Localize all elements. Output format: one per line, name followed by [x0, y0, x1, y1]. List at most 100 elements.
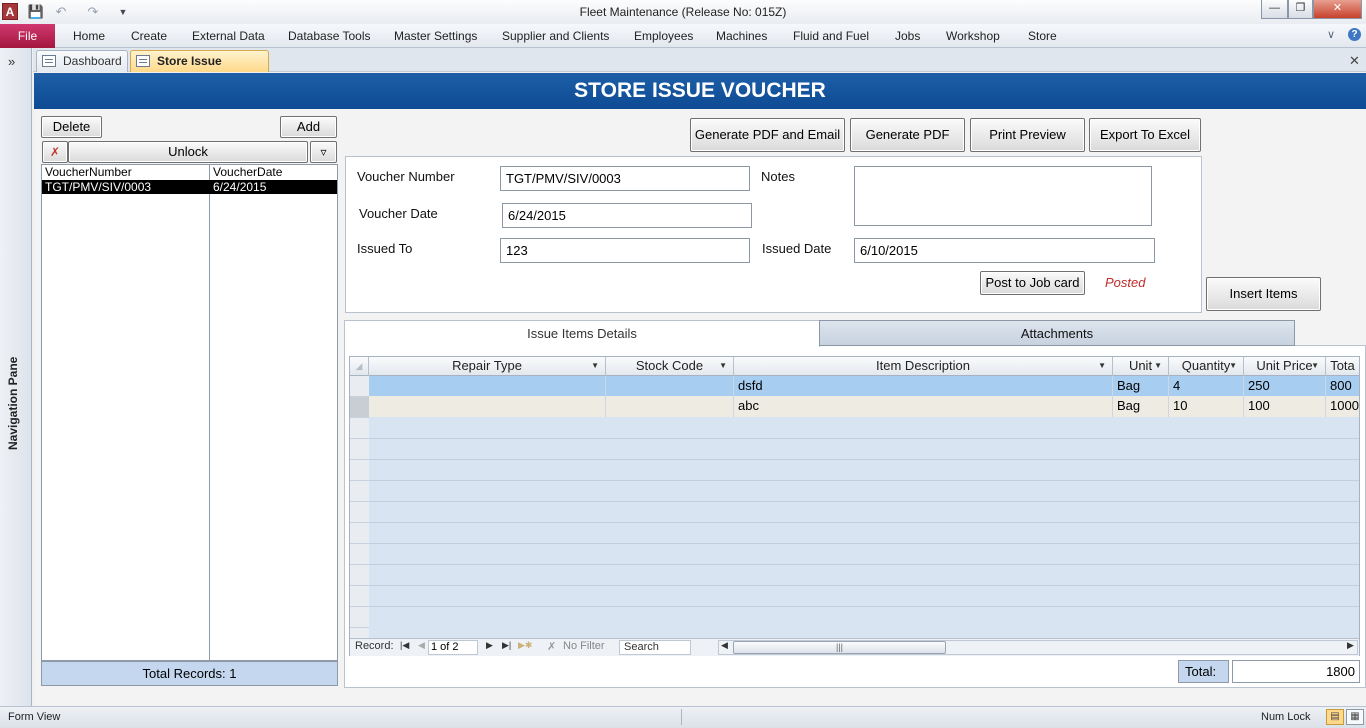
record-selector[interactable] — [350, 397, 369, 418]
column-dropdown-icon[interactable]: ▼ — [719, 357, 727, 375]
cell-total[interactable]: 1000 — [1326, 396, 1359, 417]
current-record-field[interactable]: 1 of 2 — [428, 640, 478, 655]
voucher-list[interactable] — [41, 164, 338, 661]
filter-status-button[interactable]: No Filter — [563, 640, 605, 652]
ribbon-tab-fluid-fuel[interactable]: Fluid and Fuel — [793, 29, 869, 43]
ribbon-tab-supplier-clients[interactable]: Supplier and Clients — [502, 29, 609, 43]
record-selector[interactable] — [350, 481, 369, 502]
layout-view-icon[interactable]: ▦ — [1346, 709, 1364, 725]
ribbon-tab-home[interactable]: Home — [73, 29, 105, 43]
ribbon-tab-machines[interactable]: Machines — [716, 29, 767, 43]
new-record-icon[interactable]: ▶✱ — [518, 640, 532, 651]
export-excel-button[interactable]: Export To Excel — [1089, 118, 1201, 152]
filter-icon[interactable]: ▿ — [310, 141, 337, 163]
record-selector[interactable] — [350, 544, 369, 565]
scroll-right-icon[interactable]: ▶ — [1347, 640, 1354, 651]
cell-unit[interactable]: Bag — [1113, 376, 1169, 397]
record-selector[interactable] — [350, 523, 369, 544]
help-icon[interactable]: ? — [1348, 28, 1361, 41]
tab-issue-items-details[interactable]: Issue Items Details — [344, 320, 820, 347]
column-header-quantity[interactable]: Quantity ▼ — [1169, 357, 1244, 376]
list-header-voucher-number[interactable]: VoucherNumber — [45, 165, 132, 179]
column-header-item-description[interactable]: Item Description ▼ — [734, 357, 1113, 376]
notes-field[interactable] — [854, 166, 1152, 226]
ribbon-tab-employees[interactable]: Employees — [634, 29, 693, 43]
ribbon-tab-database-tools[interactable]: Database Tools — [288, 29, 371, 43]
tab-dashboard[interactable]: Dashboard — [36, 50, 128, 72]
unlock-button[interactable]: Unlock — [68, 141, 308, 163]
post-to-job-card-button[interactable]: Post to Job card — [980, 271, 1085, 295]
delete-button[interactable]: Delete — [41, 116, 102, 138]
cell-unit[interactable]: Bag — [1113, 396, 1169, 417]
record-selector[interactable] — [350, 376, 369, 397]
print-preview-button[interactable]: Print Preview — [970, 118, 1085, 152]
cell-quantity[interactable]: 10 — [1169, 396, 1244, 417]
ribbon-tab-create[interactable]: Create — [131, 29, 167, 43]
cell-unit-price[interactable]: 100 — [1244, 396, 1326, 417]
cell-repair-type[interactable] — [369, 396, 606, 417]
generate-pdf-button[interactable]: Generate PDF — [850, 118, 965, 152]
close-document-icon[interactable]: ✕ — [1349, 53, 1360, 69]
select-all-cell[interactable]: ◢ — [350, 357, 369, 376]
record-selector[interactable] — [350, 607, 369, 628]
cell-item-description[interactable]: abc — [734, 396, 1113, 417]
record-selector[interactable] — [350, 565, 369, 586]
cell-total[interactable]: 800 — [1326, 376, 1359, 397]
minimize-button[interactable]: — — [1261, 0, 1288, 19]
column-dropdown-icon[interactable]: ▼ — [1154, 357, 1162, 375]
clear-filter-icon[interactable]: ✗ — [42, 141, 68, 163]
issued-date-field[interactable]: 6/10/2015 — [854, 238, 1155, 263]
record-selector[interactable] — [350, 439, 369, 460]
voucher-number-field[interactable]: TGT/PMV/SIV/0003 — [500, 166, 750, 191]
previous-record-icon[interactable]: ◀ — [418, 640, 425, 651]
tab-store-issue-voucher[interactable]: Store Issue Voucher — [130, 50, 269, 88]
form-view-icon[interactable]: ▤ — [1326, 709, 1344, 725]
scrollbar-thumb[interactable]: ||| — [733, 641, 946, 654]
column-dropdown-icon[interactable]: ▼ — [1311, 357, 1319, 375]
close-window-button[interactable]: ✕ — [1313, 0, 1362, 19]
customize-qat-icon[interactable]: ▼ — [114, 3, 132, 21]
generate-pdf-email-button[interactable]: Generate PDF and Email — [690, 118, 845, 152]
ribbon-minimize-icon[interactable]: ∨ — [1327, 28, 1335, 41]
column-dropdown-icon[interactable]: ▼ — [1098, 357, 1106, 375]
search-input[interactable]: Search — [619, 640, 691, 655]
record-selector[interactable] — [350, 418, 369, 439]
undo-icon[interactable]: ↶ — [52, 3, 70, 21]
expand-nav-pane-icon[interactable]: » — [8, 54, 15, 69]
last-record-icon[interactable]: ▶| — [502, 640, 511, 651]
column-header-unit-price[interactable]: Unit Price ▼ — [1244, 357, 1326, 376]
ribbon-tab-store[interactable]: Store — [1028, 29, 1057, 43]
save-icon[interactable]: 💾 — [27, 3, 45, 21]
redo-icon[interactable]: ↷ — [84, 3, 102, 21]
column-header-unit[interactable]: Unit ▼ — [1113, 357, 1169, 376]
column-header-stock-code[interactable]: Stock Code ▼ — [606, 357, 734, 376]
cell-quantity[interactable]: 4 — [1169, 376, 1244, 397]
cell-stock-code[interactable] — [606, 376, 734, 397]
ribbon-tab-jobs[interactable]: Jobs — [895, 29, 920, 43]
ribbon-tab-file[interactable]: File — [0, 24, 55, 48]
no-filter-icon[interactable]: ✗ — [547, 640, 556, 653]
cell-repair-type[interactable] — [369, 376, 606, 397]
column-header-total[interactable]: Tota — [1326, 357, 1359, 376]
voucher-date-field[interactable]: 6/24/2015 — [502, 203, 752, 228]
ribbon-tab-external-data[interactable]: External Data — [192, 29, 265, 43]
tab-attachments[interactable]: Attachments — [819, 320, 1295, 346]
cell-stock-code[interactable] — [606, 396, 734, 417]
issued-to-field[interactable]: 123 — [500, 238, 750, 263]
column-header-repair-type[interactable]: Repair Type ▼ — [369, 357, 606, 376]
insert-items-button[interactable]: Insert Items — [1206, 277, 1321, 311]
record-selector[interactable] — [350, 460, 369, 481]
ribbon-tab-master-settings[interactable]: Master Settings — [394, 29, 477, 43]
list-header-voucher-date[interactable]: VoucherDate — [213, 165, 282, 179]
total-field[interactable]: 1800 — [1232, 660, 1360, 683]
cell-item-description[interactable]: dsfd — [734, 376, 1113, 397]
record-selector[interactable] — [350, 586, 369, 607]
column-dropdown-icon[interactable]: ▼ — [1229, 357, 1237, 375]
add-button[interactable]: Add — [280, 116, 337, 138]
record-selector[interactable] — [350, 502, 369, 523]
scroll-left-icon[interactable]: ◀ — [721, 640, 728, 651]
restore-button[interactable]: ❐ — [1288, 0, 1313, 19]
first-record-icon[interactable]: |◀ — [400, 640, 409, 651]
access-app-icon[interactable]: A — [2, 3, 18, 20]
ribbon-tab-workshop[interactable]: Workshop — [946, 29, 1000, 43]
